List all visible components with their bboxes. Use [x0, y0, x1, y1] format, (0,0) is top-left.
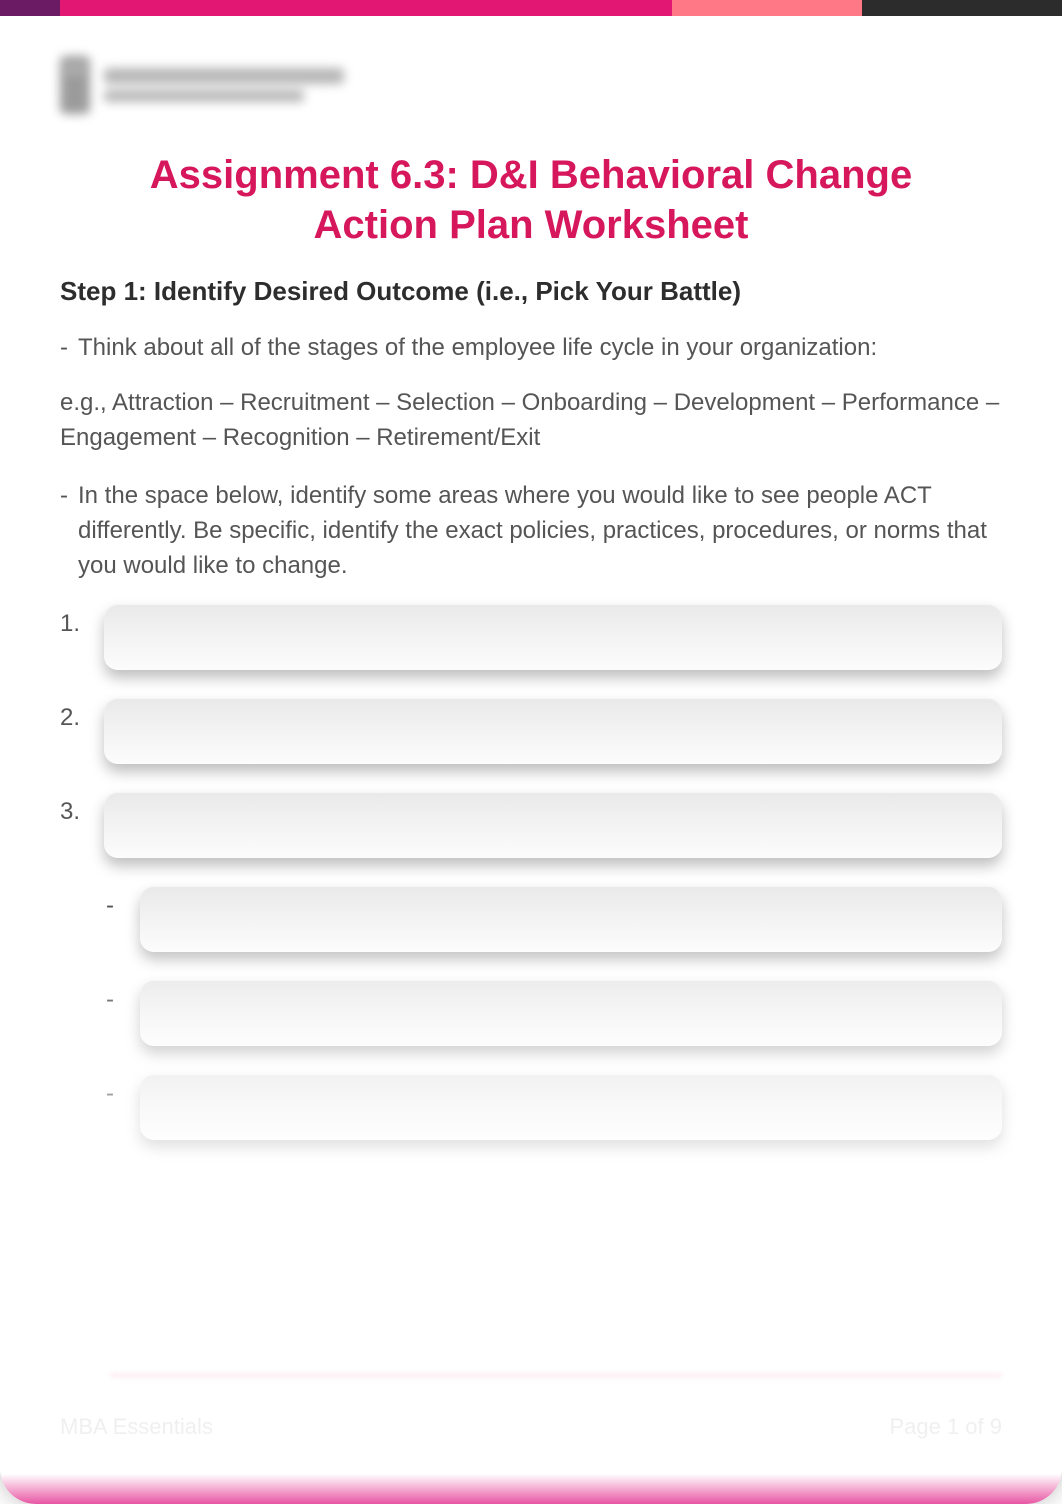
area-input-2[interactable] — [104, 698, 1002, 764]
bullet-dash: - — [60, 479, 68, 583]
sub-input-3[interactable] — [140, 1074, 1002, 1140]
numbered-item-3: 3. — [60, 792, 1002, 858]
accent-seg-magenta — [60, 0, 672, 16]
accent-seg-purple — [0, 0, 60, 16]
sub-item-1: - — [106, 886, 1002, 952]
document-page: Assignment 6.3: D&I Behavioral Change Ac… — [0, 0, 1062, 1504]
bottom-pink-edge — [0, 1474, 1062, 1504]
sub-item-3: - — [106, 1074, 1002, 1140]
lifecycle-example-line: e.g., Attraction – Recruitment – Selecti… — [60, 386, 1002, 456]
page-footer: MBA Essentials Page 1 of 9 — [60, 1414, 1002, 1440]
intro-bullet-2: - In the space below, identify some area… — [60, 479, 1002, 583]
numbered-item-2: 2. — [60, 698, 1002, 764]
logo-wordmark — [104, 68, 344, 102]
footer-divider — [110, 1373, 1002, 1378]
footer-course-name: MBA Essentials — [60, 1414, 213, 1440]
numbered-inputs: 1. 2. 3. - - - — [60, 604, 1002, 1140]
bullet-dash: - — [60, 331, 68, 366]
top-accent-bar — [0, 0, 1062, 16]
sub-input-1[interactable] — [140, 886, 1002, 952]
logo-mark-icon — [60, 56, 90, 114]
num-label: 3. — [60, 792, 86, 826]
area-input-3[interactable] — [104, 792, 1002, 858]
numbered-item-1: 1. — [60, 604, 1002, 670]
num-label: 1. — [60, 604, 86, 638]
intro-bullet-2-text: In the space below, identify some areas … — [78, 479, 1002, 583]
sub-item-2: - — [106, 980, 1002, 1046]
area-input-1[interactable] — [104, 604, 1002, 670]
num-label: 2. — [60, 698, 86, 732]
accent-seg-coral — [672, 0, 862, 16]
step-1-heading: Step 1: Identify Desired Outcome (i.e., … — [60, 276, 1002, 307]
page-title: Assignment 6.3: D&I Behavioral Change Ac… — [91, 150, 971, 250]
sub-dash: - — [106, 1074, 120, 1108]
sub-dash: - — [106, 886, 120, 920]
intro-bullet-1-text: Think about all of the stages of the emp… — [78, 331, 877, 366]
footer-page-number: Page 1 of 9 — [889, 1414, 1002, 1440]
sub-input-2[interactable] — [140, 980, 1002, 1046]
intro-bullet-1: - Think about all of the stages of the e… — [60, 331, 1002, 366]
logo-block-blurred — [60, 56, 344, 114]
sub-dash: - — [106, 980, 120, 1014]
accent-seg-dark — [862, 0, 1062, 16]
